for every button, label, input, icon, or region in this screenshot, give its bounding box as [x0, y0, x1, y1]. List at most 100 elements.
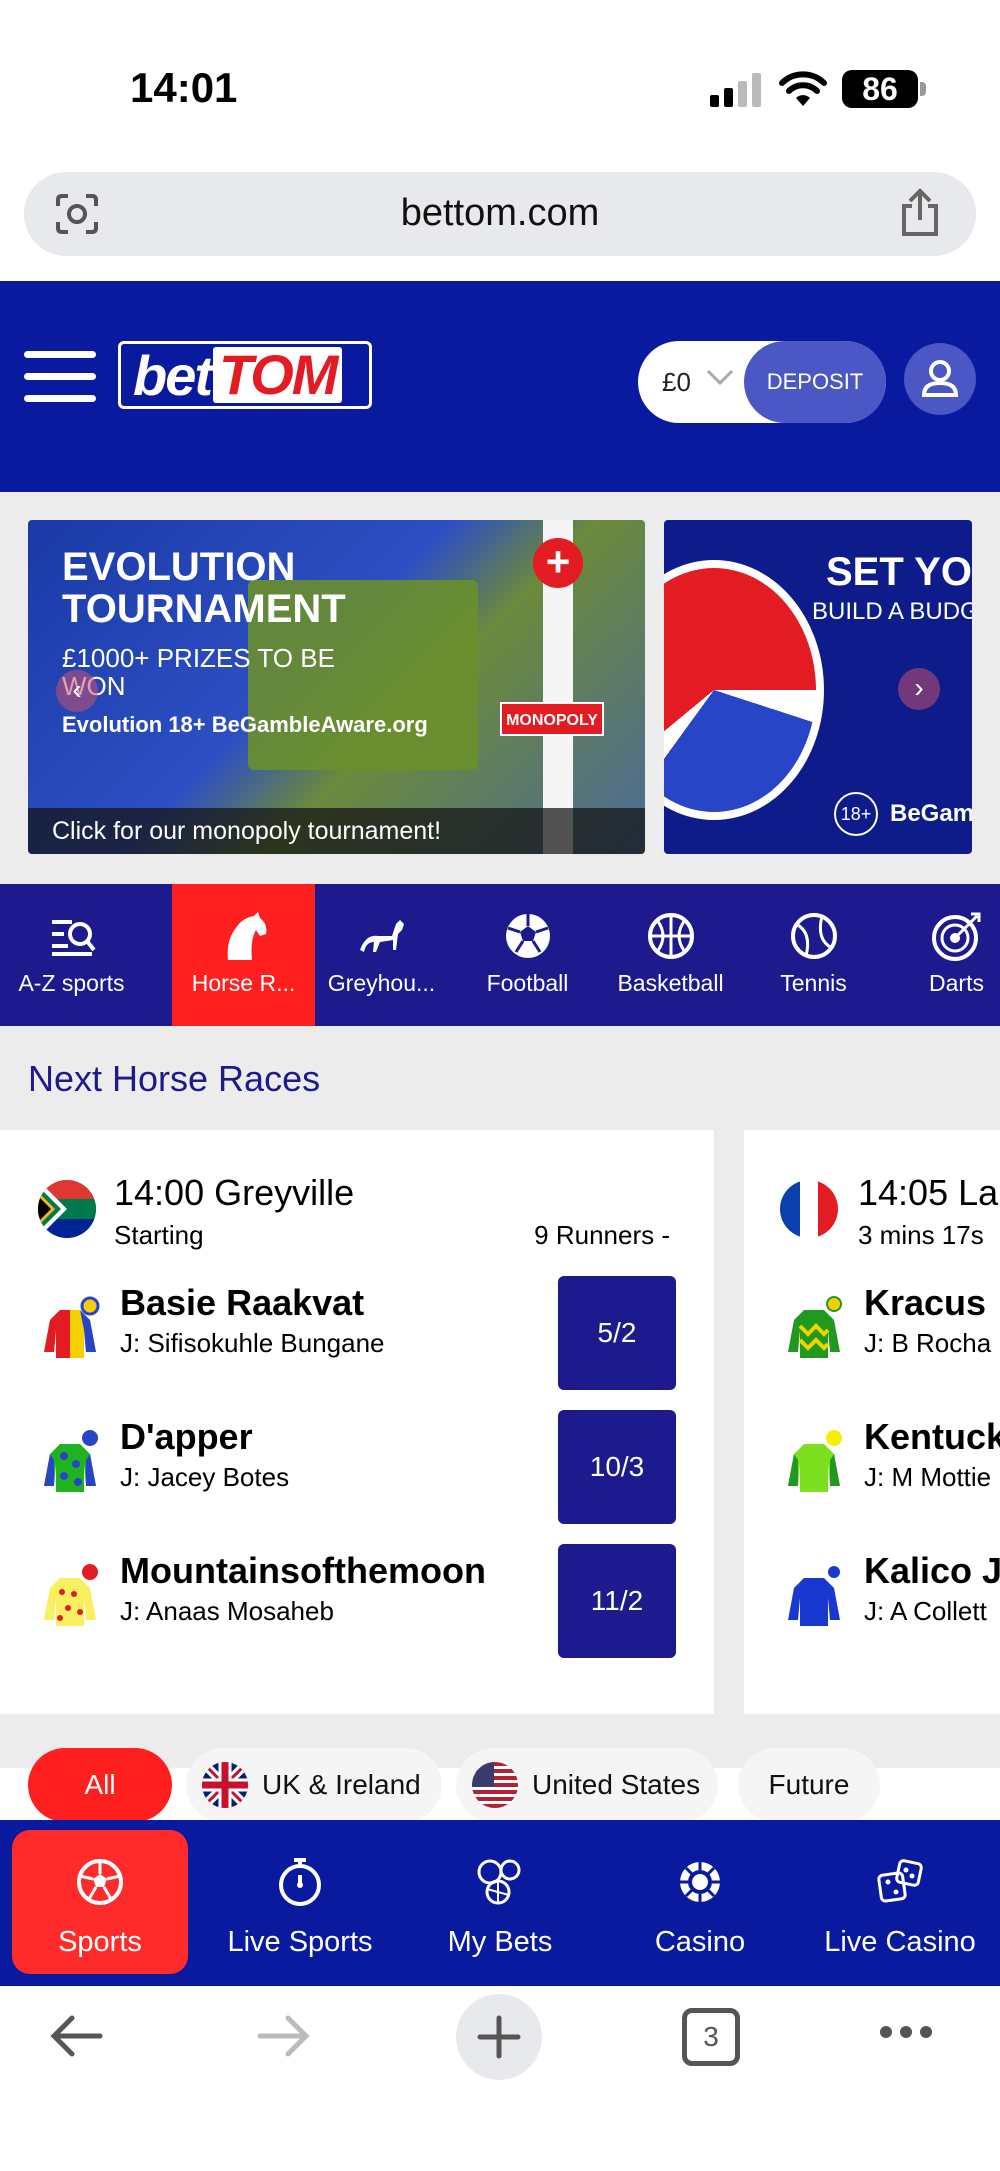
banner-2-subtitle: BUILD A BUDG	[812, 598, 972, 625]
filter-chip-future[interactable]: Future	[738, 1748, 880, 1822]
url-text[interactable]: bettom.com	[24, 192, 976, 235]
bottom-nav-label: Live Casino	[824, 1926, 976, 1958]
tennis-icon	[790, 913, 837, 959]
hamburger-menu-icon[interactable]	[24, 351, 96, 403]
monopoly-sign: MONOPOLY	[500, 702, 604, 736]
race-card[interactable]: 14:00 Greyville Starting 9 Runners - Bas…	[0, 1130, 714, 1714]
banner-2-title: SET YOU	[826, 550, 972, 594]
cellular-signal-icon	[710, 73, 761, 107]
bottom-nav-label: Casino	[654, 1926, 746, 1958]
promo-carousel: + MONOPOLY EVOLUTION TOURNAMENT £1000+ P…	[0, 492, 1000, 884]
banner-brand: Evolution 18+ BeGambleAware.org	[62, 712, 428, 737]
sport-tab-label: Tennis	[780, 970, 847, 996]
race-time-venue: 14:00 Greyville	[114, 1172, 355, 1213]
runner-jockey: J: B Rocha	[864, 1328, 992, 1358]
sport-tab-label: Greyhou...	[327, 970, 436, 996]
az-search-icon	[51, 920, 96, 956]
browser-toolbar: 3	[0, 1986, 1000, 2171]
begambleaware-text: BeGam	[890, 800, 972, 827]
runner-jockey: J: M Mottie	[864, 1462, 992, 1492]
more-options-icon[interactable]	[876, 2022, 936, 2042]
sport-tab-basketball[interactable]: Basketball	[599, 884, 742, 1026]
runner-name: Kalico J	[864, 1550, 1000, 1591]
site-header: bet TOM £0 DEPOSIT	[0, 281, 1000, 492]
battery-indicator: 86	[842, 70, 918, 108]
greyhound-icon	[359, 920, 404, 952]
bottom-nav-sports[interactable]: Sports	[12, 1830, 188, 1974]
carousel-next-icon[interactable]: ›	[898, 668, 940, 710]
banner-wheel-art	[664, 560, 824, 820]
deposit-button[interactable]: DEPOSIT	[744, 341, 886, 423]
casino-chip-icon	[680, 1862, 720, 1902]
runner-jockey: J: A Collett	[864, 1596, 987, 1626]
us-flag-icon	[472, 1762, 518, 1808]
sport-tab-tennis[interactable]: Tennis	[742, 884, 885, 1026]
darts-icon	[931, 912, 980, 961]
banner-prize: £1000+ PRIZES TO BE WON	[62, 643, 335, 700]
forward-arrow-icon[interactable]	[252, 2010, 316, 2062]
address-bar[interactable]: bettom.com	[24, 172, 976, 256]
bottom-nav-label: Live Sports	[227, 1926, 373, 1958]
runner-jockey: J: Sifisokuhle Bungane	[120, 1328, 385, 1358]
runner-jockey: J: Jacey Botes	[120, 1462, 290, 1492]
plus-icon: +	[533, 538, 583, 588]
odds-button[interactable]: 10/3	[558, 1410, 676, 1524]
sport-tab-label: Horse R...	[191, 970, 296, 996]
jockey-silk-icon	[44, 1296, 100, 1358]
football-icon	[505, 914, 550, 958]
back-arrow-icon[interactable]	[44, 2010, 108, 2062]
age-18-badge: 18+	[834, 792, 878, 836]
promo-banner-evolution[interactable]: + MONOPOLY EVOLUTION TOURNAMENT £1000+ P…	[28, 520, 645, 854]
bottom-nav-casino[interactable]: Casino	[612, 1830, 788, 1974]
odds-button[interactable]: 11/2	[558, 1544, 676, 1658]
sport-tab-greyhounds[interactable]: Greyhou...	[310, 884, 453, 1026]
bets-icon	[477, 1859, 521, 1905]
banner-caption: Click for our monopoly tournament!	[28, 808, 645, 854]
user-icon	[921, 360, 959, 397]
race-card[interactable]: 14:05 La 3 mins 17s Kracus J: B Rocha Ke…	[744, 1130, 1000, 1714]
new-tab-button[interactable]	[456, 1994, 542, 2080]
runner-jockey: J: Anaas Mosaheb	[120, 1596, 334, 1626]
filter-chip-uk-ireland[interactable]: UK & Ireland	[186, 1748, 442, 1822]
tabs-count-button[interactable]: 3	[682, 2008, 740, 2066]
logo-bet: bet	[133, 343, 213, 407]
filter-chip-all[interactable]: All	[28, 1748, 172, 1822]
filter-chip-united-states[interactable]: United States	[456, 1748, 718, 1822]
jockey-silk-icon	[44, 1564, 98, 1626]
carousel-prev-icon[interactable]: ‹	[56, 670, 98, 712]
race-runners-count: 9 Runners -	[534, 1220, 670, 1250]
horse-icon	[227, 912, 266, 960]
uk-flag-icon	[202, 1762, 248, 1808]
runner-row: Kentuck J: M Mottie	[744, 1398, 1000, 1510]
bettom-logo[interactable]: bet TOM	[118, 341, 372, 409]
bottom-nav-my-bets[interactable]: My Bets	[412, 1830, 588, 1974]
bottom-nav-label: Sports	[58, 1926, 142, 1958]
odds-button[interactable]: 5/2	[558, 1276, 676, 1390]
section-title: Next Horse Races	[28, 1058, 321, 1099]
battery-nub	[920, 82, 926, 96]
runner-row: Kracus J: B Rocha	[744, 1264, 1000, 1376]
runner-name: Kentuck	[864, 1416, 1000, 1457]
sport-tab-label: Darts	[929, 970, 984, 996]
jockey-silk-icon	[788, 1430, 842, 1492]
runner-name: Mountainsofthemoon	[120, 1550, 486, 1591]
runner-row: Basie Raakvat J: Sifisokuhle Bungane 5/2	[0, 1264, 714, 1390]
runner-name: Kracus	[864, 1282, 987, 1323]
stopwatch-icon	[279, 1858, 321, 1906]
bottom-nav-live-casino[interactable]: Live Casino	[812, 1830, 988, 1974]
sport-tab-darts[interactable]: Darts	[885, 884, 1000, 1026]
share-icon[interactable]	[898, 188, 942, 238]
promo-banner-budget[interactable]: SET YOU BUILD A BUDG › 18+ BeGam	[664, 520, 972, 854]
bottom-nav-label: My Bets	[447, 1926, 553, 1958]
logo-tom: TOM	[213, 347, 343, 403]
runner-row: D'apper J: Jacey Botes 10/3	[0, 1398, 714, 1524]
sport-tab-az[interactable]: A-Z sports	[0, 884, 143, 1026]
runner-row: Kalico J J: A Collett	[744, 1532, 1000, 1644]
sport-tab-football[interactable]: Football	[456, 884, 599, 1026]
status-time: 14:01	[130, 64, 238, 111]
wifi-icon	[779, 71, 827, 106]
sport-tab-horse-racing[interactable]: Horse R...	[172, 884, 315, 1026]
chevron-down-icon	[706, 369, 734, 386]
account-button[interactable]	[904, 343, 976, 415]
bottom-nav-live-sports[interactable]: Live Sports	[212, 1830, 388, 1974]
